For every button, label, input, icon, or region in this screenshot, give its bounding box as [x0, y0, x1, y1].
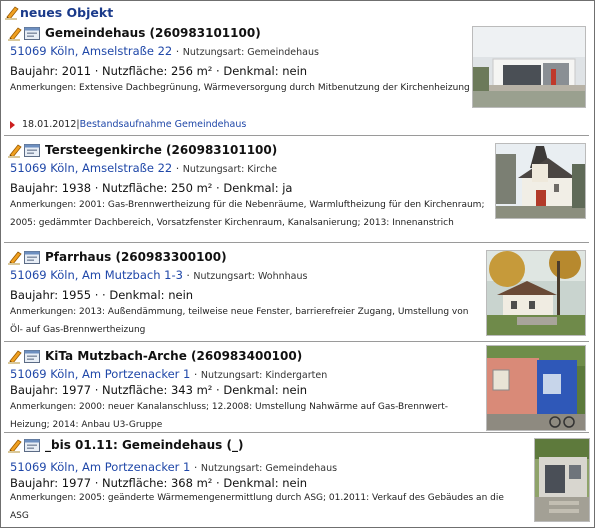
notes: Anmerkungen: Extensive Dachbegrünung, Wä… — [10, 83, 470, 93]
usage-type: Nutzungsart: Wohnhaus — [193, 271, 308, 282]
edit-icon[interactable] — [8, 438, 22, 453]
church-photo[interactable] — [495, 143, 586, 219]
entry-title-row: Pfarrhaus (260983300100) — [8, 249, 227, 265]
form-icon[interactable] — [24, 250, 40, 264]
edit-icon[interactable] — [8, 26, 22, 41]
object-entry-old-gemeindehaus: _bis 01.11: Gemeindehaus (_) 51069 Köln,… — [4, 434, 590, 524]
edit-icon[interactable] — [8, 250, 22, 265]
entry-title[interactable]: _bis 01.11: Gemeindehaus (_) — [45, 438, 243, 452]
address-link[interactable]: 51069 Köln, Am Portzenacker 1 — [10, 460, 190, 474]
address-line: 51069 Köln, Am Mutzbach 1-3 · Nutzungsar… — [10, 268, 308, 282]
kindergarten-photo[interactable] — [486, 345, 586, 431]
notes: Anmerkungen: 2013: Außendämmung, teilwei… — [10, 307, 469, 335]
address-line: 51069 Köln, Amselstraße 22 · Nutzungsart… — [10, 161, 277, 175]
building-meta: Baujahr: 1938 · Nutzfläche: 250 m² · Den… — [10, 181, 293, 195]
entry-title[interactable]: KiTa Mutzbach-Arche (260983400100) — [45, 349, 302, 363]
object-entry-tersteegenkirche: Tersteegenkirche (260983101100) 51069 Kö… — [4, 139, 589, 243]
notes: Anmerkungen: 2001: Gas-Brennwertheizung … — [10, 200, 485, 228]
pencil-icon[interactable] — [5, 5, 19, 20]
address-line: 51069 Köln, Am Portzenacker 1 · Nutzungs… — [10, 367, 328, 381]
address-link[interactable]: 51069 Köln, Am Mutzbach 1-3 — [10, 268, 183, 282]
usage-type: Nutzungsart: Kirche — [182, 164, 277, 175]
form-icon[interactable] — [24, 438, 40, 452]
entry-title-row: Gemeindehaus (260983101100) — [8, 25, 261, 41]
object-entry-pfarrhaus: Pfarrhaus (260983300100) 51069 Köln, Am … — [4, 246, 589, 342]
object-list-panel: neues Objekt Gemeindehaus (260983101100)… — [0, 0, 595, 528]
entry-title-row: KiTa Mutzbach-Arche (260983400100) — [8, 348, 302, 364]
new-object-label[interactable]: neues Objekt — [20, 5, 113, 20]
new-object-header[interactable]: neues Objekt — [5, 4, 113, 21]
history-item[interactable]: 18.01.2012 | Bestandsaufnahme Gemeindeha… — [10, 119, 246, 130]
usage-type: Nutzungsart: Gemeindehaus — [182, 47, 319, 58]
entry-title-row: Tersteegenkirche (260983101100) — [8, 142, 277, 158]
object-entry-gemeindehaus: Gemeindehaus (260983101100) 51069 Köln, … — [4, 22, 589, 136]
building-meta: Baujahr: 2011 · Nutzfläche: 256 m² · Den… — [10, 64, 308, 78]
address-line: 51069 Köln, Am Portzenacker 1 · Nutzungs… — [10, 460, 338, 474]
parsonage-photo[interactable] — [486, 250, 586, 336]
community-hall-photo[interactable] — [472, 26, 586, 108]
address-link[interactable]: 51069 Köln, Amselstraße 22 — [10, 44, 172, 58]
building-meta: Baujahr: 1977 · Nutzfläche: 368 m² · Den… — [10, 476, 308, 490]
form-icon[interactable] — [24, 143, 40, 157]
entry-title-row: _bis 01.11: Gemeindehaus (_) — [8, 437, 243, 453]
entry-title[interactable]: Pfarrhaus (260983300100) — [45, 250, 227, 264]
building-meta: Baujahr: 1955 · · Denkmal: nein — [10, 288, 194, 302]
notes: Anmerkungen: 2005: geänderte Wärmemengen… — [10, 493, 504, 521]
triangle-right-icon — [10, 120, 15, 129]
address-link[interactable]: 51069 Köln, Am Portzenacker 1 — [10, 367, 190, 381]
usage-type: Nutzungsart: Kindergarten — [200, 370, 328, 381]
entry-title[interactable]: Tersteegenkirche (260983101100) — [45, 143, 277, 157]
edit-icon[interactable] — [8, 349, 22, 364]
object-entry-kita: KiTa Mutzbach-Arche (260983400100) 51069… — [4, 345, 589, 433]
form-icon[interactable] — [24, 349, 40, 363]
address-link[interactable]: 51069 Köln, Amselstraße 22 — [10, 161, 172, 175]
usage-type: Nutzungsart: Gemeindehaus — [200, 463, 338, 474]
history-date: 18.01.2012 — [22, 119, 77, 130]
address-line: 51069 Köln, Amselstraße 22 · Nutzungsart… — [10, 44, 319, 58]
entry-title[interactable]: Gemeindehaus (260983101100) — [45, 26, 261, 40]
old-community-hall-photo[interactable] — [534, 438, 590, 522]
history-link[interactable]: Bestandsaufnahme Gemeindehaus — [80, 119, 247, 130]
form-icon[interactable] — [24, 26, 40, 40]
building-meta: Baujahr: 1977 · Nutzfläche: 343 m² · Den… — [10, 383, 308, 397]
edit-icon[interactable] — [8, 143, 22, 158]
notes: Anmerkungen: 2000: neuer Kanalanschluss;… — [10, 402, 448, 430]
